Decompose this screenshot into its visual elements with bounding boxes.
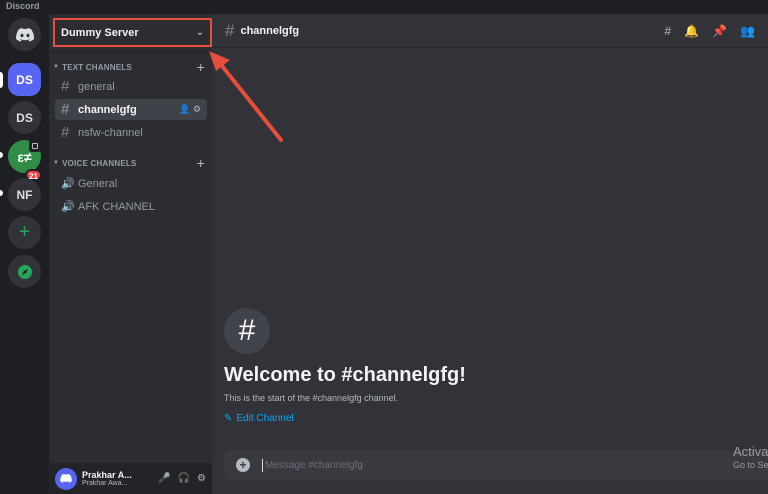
discord-logo-icon	[60, 474, 72, 483]
channel-title: channelgfg	[240, 24, 300, 37]
add-server-button[interactable]: +	[8, 216, 41, 249]
category-label: VOICE CHANNELS	[62, 158, 137, 168]
activate-windows-watermark: Activa Go to Se	[733, 444, 768, 470]
channel-header: # channelgfg # 🔔 📌 👥	[212, 14, 768, 48]
chevron-down-icon: ▼	[53, 64, 60, 70]
channel-label: channelgfg	[78, 103, 137, 116]
watermark-line1: Activa	[733, 444, 768, 459]
hash-icon: #	[225, 20, 235, 40]
server-list: DS DS ε≠ 21 NF +	[0, 14, 49, 494]
divider	[49, 51, 212, 52]
server-name-dropdown[interactable]: Dummy Server ⌄	[53, 18, 212, 47]
threads-icon[interactable]: #	[664, 24, 671, 38]
members-icon[interactable]: 👥	[740, 24, 755, 38]
voice-channel-afk[interactable]: 🔊 AFK CHANNEL	[55, 196, 207, 217]
speaker-icon: 🔊	[61, 201, 75, 213]
unread-indicator	[0, 152, 3, 158]
discord-logo-icon	[15, 27, 34, 42]
headphones-icon[interactable]: 🎧	[178, 473, 190, 484]
edit-channel-label: Edit Channel	[236, 413, 294, 424]
channel-general[interactable]: # general	[55, 76, 207, 97]
pencil-icon: ✎	[224, 413, 233, 424]
pin-icon[interactable]: 📌	[712, 24, 727, 38]
hash-icon: #	[224, 308, 270, 354]
speaker-icon: 🔊	[61, 178, 75, 190]
active-server-indicator	[0, 72, 3, 88]
unread-indicator	[0, 190, 3, 196]
channel-label: general	[78, 80, 115, 93]
server-name: Dummy Server	[61, 26, 139, 39]
user-status: Prakhar Awa...	[82, 480, 128, 487]
category-voice-channels[interactable]: ▼ VOICE CHANNELS +	[53, 155, 205, 171]
category-text-channels[interactable]: ▼ TEXT CHANNELS +	[53, 59, 205, 75]
category-label: TEXT CHANNELS	[62, 62, 132, 72]
bell-icon[interactable]: 🔔	[684, 24, 699, 38]
channel-label: AFK CHANNEL	[78, 200, 156, 213]
server-icon-ds-active[interactable]: DS	[8, 63, 41, 96]
channel-label: General	[78, 177, 118, 190]
message-composer: +	[224, 450, 768, 480]
channel-label: nsfw-channel	[78, 126, 143, 139]
username: Prakhar A...	[82, 470, 132, 480]
channel-sidebar: Dummy Server ⌄ ▼ TEXT CHANNELS + # gener…	[49, 14, 212, 494]
edit-channel-link[interactable]: ✎ Edit Channel	[224, 413, 724, 424]
stream-icon	[29, 140, 41, 152]
channel-welcome: # Welcome to #channelgfg! This is the st…	[224, 308, 724, 424]
welcome-title: Welcome to #channelgfg!	[224, 364, 466, 386]
channel-channelgfg[interactable]: # channelgfg 👤 ⚙	[55, 99, 207, 120]
hash-icon: #	[61, 124, 70, 141]
create-channel-icon[interactable]: +	[197, 155, 205, 171]
add-attachment-icon[interactable]: +	[236, 458, 250, 472]
message-input[interactable]	[265, 459, 565, 471]
user-panel: Prakhar A... Prakhar Awa... 🎤 🎧 ⚙	[49, 463, 212, 494]
server-icon-ds[interactable]: DS	[8, 101, 41, 134]
compass-icon	[17, 264, 32, 279]
gear-icon[interactable]: ⚙	[197, 473, 206, 484]
hash-icon: #	[61, 78, 70, 95]
app-name: Discord	[6, 1, 40, 11]
channel-nsfw[interactable]: # nsfw-channel	[55, 122, 207, 143]
server-icon-nf[interactable]: NF	[8, 178, 41, 211]
voice-channel-general[interactable]: 🔊 General	[55, 173, 207, 194]
home-button[interactable]	[8, 18, 41, 51]
chevron-down-icon: ▼	[53, 160, 60, 166]
welcome-subtitle: This is the start of the #channelgfg cha…	[224, 393, 399, 403]
avatar[interactable]	[55, 467, 77, 490]
gear-icon[interactable]: ⚙	[193, 104, 201, 114]
watermark-line2: Go to Se	[733, 460, 768, 470]
text-cursor	[262, 458, 263, 472]
chevron-down-icon: ⌄	[195, 27, 204, 38]
create-channel-icon[interactable]: +	[197, 59, 205, 75]
hash-icon: #	[61, 101, 70, 118]
invite-user-icon[interactable]: 👤	[179, 104, 190, 114]
title-bar: Discord	[0, 0, 768, 14]
explore-servers-button[interactable]	[8, 255, 41, 288]
mute-mic-icon[interactable]: 🎤	[158, 473, 170, 484]
